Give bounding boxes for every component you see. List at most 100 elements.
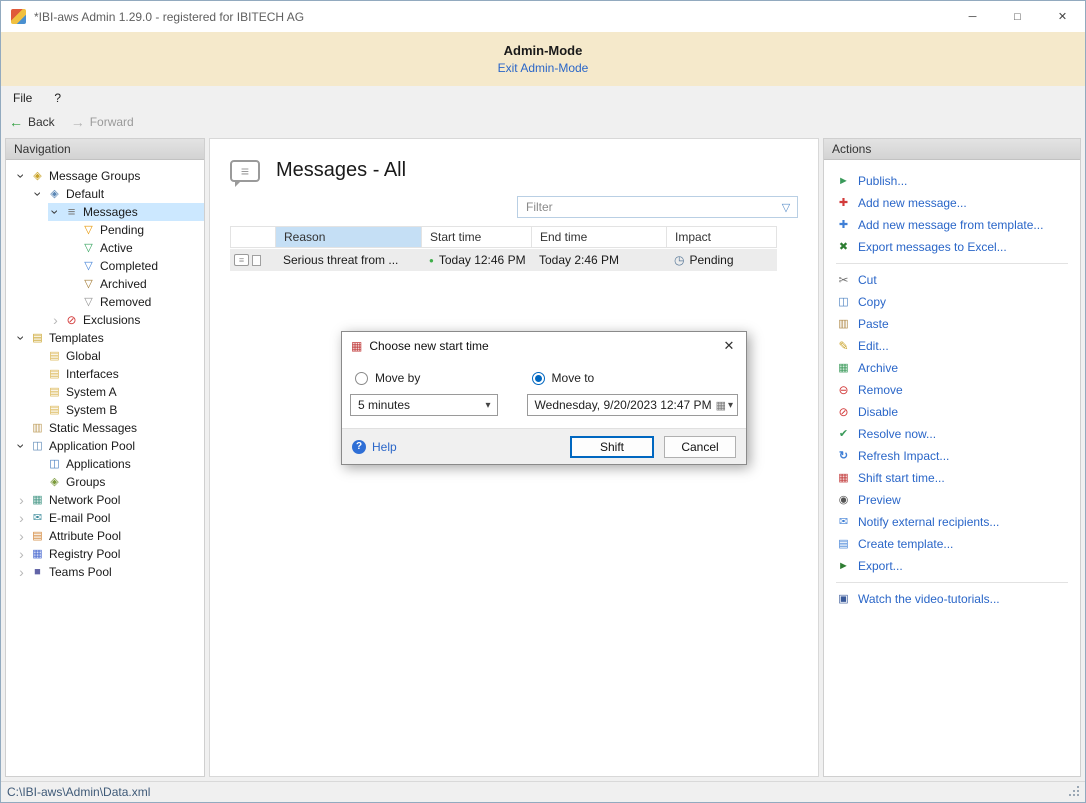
sidebar-item-message-groups[interactable]: Message Groups [14, 167, 204, 185]
chevron-icon[interactable] [65, 239, 80, 257]
sidebar-item-archived[interactable]: Archived [65, 275, 204, 293]
close-button[interactable]: ✕ [1040, 1, 1085, 32]
chevron-icon[interactable] [14, 545, 29, 563]
view-title-row: Messages - All [230, 159, 798, 182]
sidebar-item-attribute-pool[interactable]: Attribute Pool [14, 527, 204, 545]
chevron-icon[interactable] [48, 203, 63, 221]
minimize-button[interactable]: ─ [950, 1, 995, 32]
chevron-icon[interactable] [65, 293, 80, 311]
calendar-dropdown-button[interactable]: ▦ ▾ [712, 399, 737, 412]
dialog-close-button[interactable]: ✕ [712, 332, 746, 360]
forward-button[interactable]: → Forward [71, 115, 134, 129]
chevron-icon[interactable] [48, 311, 63, 329]
sidebar-item-system-b[interactable]: System B [31, 401, 204, 419]
chevron-icon[interactable] [14, 491, 29, 509]
sidebar-item-pending[interactable]: Pending [65, 221, 204, 239]
maximize-button[interactable]: □ [995, 1, 1040, 32]
chevron-icon[interactable] [31, 455, 46, 473]
title-bar[interactable]: *IBI-aws Admin 1.29.0 - registered for I… [1, 1, 1085, 32]
sidebar-item-global[interactable]: Global [31, 347, 204, 365]
resize-grip[interactable] [1069, 786, 1081, 798]
chevron-icon[interactable] [31, 473, 46, 491]
action-item-watch-the-video-tutorials[interactable]: Watch the video-tutorials... [824, 588, 1080, 610]
chevron-icon[interactable] [31, 347, 46, 365]
chevron-icon[interactable] [65, 257, 80, 275]
action-item-edit[interactable]: Edit... [824, 335, 1080, 357]
admin-mode-title: Admin-Mode [504, 43, 583, 58]
filter-row: ▽ [230, 196, 798, 218]
sidebar-item-application-pool[interactable]: Application Pool [14, 437, 204, 455]
action-item-archive[interactable]: Archive [824, 357, 1080, 379]
chevron-icon[interactable] [14, 419, 29, 437]
filter-input[interactable] [518, 200, 775, 214]
action-item-remove[interactable]: Remove [824, 379, 1080, 401]
chevron-icon[interactable] [31, 401, 46, 419]
exclusions-icon [63, 314, 80, 327]
column-header-start-time[interactable]: Start time [422, 227, 532, 247]
action-item-notify-external-recipients[interactable]: Notify external recipients... [824, 511, 1080, 533]
menu-file[interactable]: File [13, 91, 32, 105]
sidebar-item-system-a[interactable]: System A [31, 383, 204, 401]
move-by-select[interactable]: 5 minutes ▾ [350, 394, 498, 416]
sidebar-item-static-messages[interactable]: Static Messages [14, 419, 204, 437]
action-item-disable[interactable]: Disable [824, 401, 1080, 423]
action-item-add-new-message-from-template[interactable]: Add new message from template... [824, 214, 1080, 236]
move-by-radio[interactable]: Move by [355, 368, 507, 388]
sidebar-item-default[interactable]: Default [31, 185, 204, 203]
menu-help[interactable]: ? [54, 91, 61, 105]
action-item-publish[interactable]: Publish... [824, 170, 1080, 192]
action-item-export-messages-to-excel[interactable]: Export messages to Excel... [824, 236, 1080, 258]
sidebar-item-groups[interactable]: Groups [31, 473, 204, 491]
chevron-icon[interactable] [14, 329, 29, 347]
sidebar-item-teams-pool[interactable]: Teams Pool [14, 563, 204, 581]
sidebar-item-network-pool[interactable]: Network Pool [14, 491, 204, 509]
chevron-icon[interactable] [14, 437, 29, 455]
chevron-icon[interactable] [14, 167, 29, 185]
chevron-icon[interactable] [31, 185, 46, 203]
cancel-button[interactable]: Cancel [664, 436, 736, 458]
message-row[interactable]: Serious threat from ... ● Today 12:46 PM… [230, 249, 777, 271]
move-to-radio[interactable]: Move to [532, 368, 738, 388]
sidebar-item-removed[interactable]: Removed [65, 293, 204, 311]
filter-funnel-icon[interactable]: ▽ [775, 201, 797, 214]
chevron-icon[interactable] [14, 509, 29, 527]
sidebar-item-applications[interactable]: Applications [31, 455, 204, 473]
dialog-title-bar[interactable]: ▦ Choose new start time ✕ [342, 332, 746, 360]
action-item-preview[interactable]: Preview [824, 489, 1080, 511]
sidebar-item-completed[interactable]: Completed [65, 257, 204, 275]
chevron-icon[interactable] [14, 563, 29, 581]
shift-button[interactable]: Shift [570, 436, 654, 458]
sidebar-item-interfaces[interactable]: Interfaces [31, 365, 204, 383]
chevron-icon[interactable] [65, 275, 80, 293]
sidebar-item-exclusions[interactable]: Exclusions [48, 311, 204, 329]
chevron-icon[interactable] [14, 527, 29, 545]
action-item-resolve-now[interactable]: Resolve now... [824, 423, 1080, 445]
teams-pool-icon [29, 567, 46, 578]
chevron-icon[interactable] [65, 221, 80, 239]
action-item-export[interactable]: Export... [824, 555, 1080, 577]
action-item-create-template[interactable]: Create template... [824, 533, 1080, 555]
back-button[interactable]: ← Back [9, 115, 55, 129]
exit-admin-mode-link[interactable]: Exit Admin-Mode [498, 61, 589, 75]
sidebar-item-registry-pool[interactable]: Registry Pool [14, 545, 204, 563]
action-item-shift-start-time[interactable]: Shift start time... [824, 467, 1080, 489]
help-link[interactable]: ? Help [352, 440, 397, 454]
action-item-add-new-message[interactable]: Add new message... [824, 192, 1080, 214]
move-to-datetime-field[interactable]: Wednesday, 9/20/2023 12:47 PM ▦ ▾ [527, 394, 738, 416]
column-header-reason[interactable]: Reason [276, 227, 422, 247]
chevron-icon[interactable] [31, 365, 46, 383]
sidebar-item-templates[interactable]: Templates [14, 329, 204, 347]
sidebar-item-messages[interactable]: Messages [48, 203, 204, 221]
column-header-end-time[interactable]: End time [532, 227, 667, 247]
messages-icon [63, 205, 80, 219]
action-item-paste[interactable]: Paste [824, 313, 1080, 335]
action-item-copy[interactable]: Copy [824, 291, 1080, 313]
chevron-icon[interactable] [31, 383, 46, 401]
column-header-icon[interactable] [231, 227, 276, 247]
add-message-icon [836, 198, 851, 209]
sidebar-item-active[interactable]: Active [65, 239, 204, 257]
action-item-refresh-impact[interactable]: Refresh Impact... [824, 445, 1080, 467]
sidebar-item-e-mail-pool[interactable]: E-mail Pool [14, 509, 204, 527]
column-header-impact[interactable]: Impact [667, 227, 776, 247]
action-item-cut[interactable]: Cut [824, 269, 1080, 291]
